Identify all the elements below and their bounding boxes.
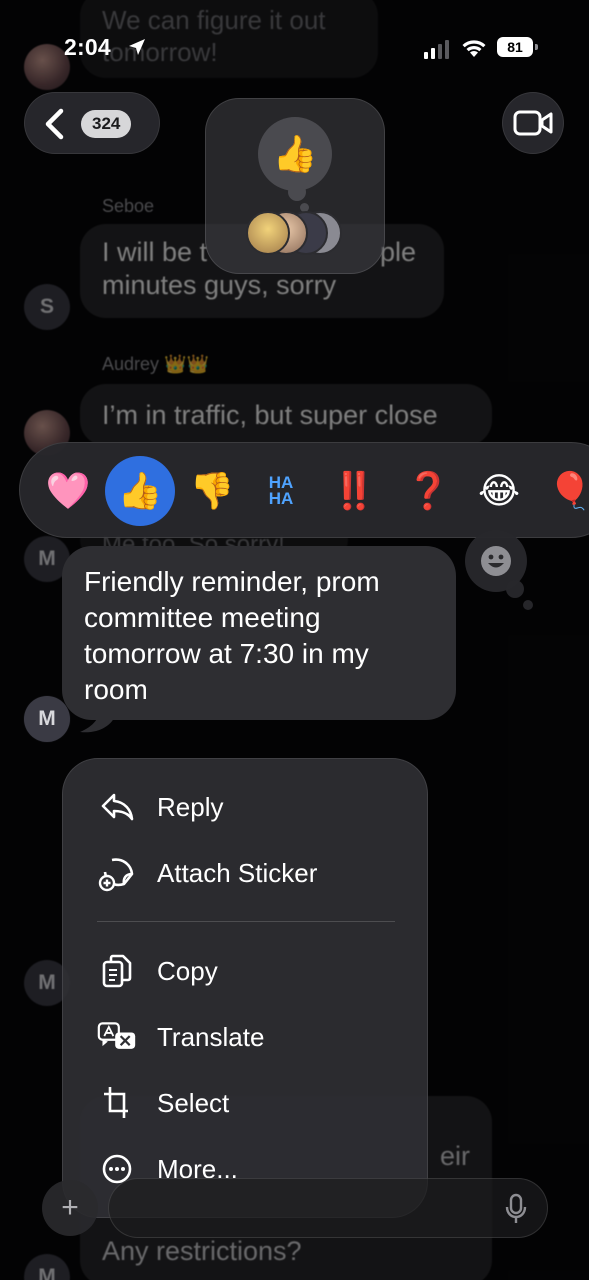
emoji-picker-tail [523,600,533,610]
crop-select-icon [97,1083,137,1123]
reactor-avatars [246,211,346,257]
question-tapback-icon[interactable]: ❓ [404,467,452,515]
heart-tapback-icon[interactable]: 🩷 [44,467,92,515]
thumbs-up-reaction-icon: 👍 [258,117,332,191]
status-time: 2:04 [64,34,111,60]
bubble-tail [80,704,116,733]
reply-label: Reply [157,791,224,822]
unread-count-badge: 324 [81,110,132,138]
thumbs-down-tapback-icon[interactable]: 👎 [188,467,236,515]
chevron-left-icon [45,108,64,140]
laugh-tapback-icon[interactable]: 😂 [475,467,523,515]
reply-icon [97,787,137,827]
microphone-icon[interactable] [505,1193,527,1225]
attach-sticker-menu-item[interactable]: Attach Sticker [63,845,429,901]
reaction-tail [288,183,306,201]
copy-label: Copy [157,955,218,986]
exclamation-tapback-icon[interactable]: ‼️ [330,467,378,515]
location-arrow-icon [129,39,145,55]
reaction-summary-card[interactable]: 👍 [205,98,385,274]
thumbs-up-tapback-icon[interactable]: 👍 [116,467,164,515]
focused-message-bubble: Friendly reminder, prom committee meetin… [62,546,456,720]
translate-icon [97,1017,137,1057]
video-camera-icon [513,110,553,136]
avatar [246,211,290,255]
smiley-icon [481,546,511,576]
haha-tapback-icon[interactable]: HA HA [257,467,305,515]
copy-icon [97,951,137,991]
message-input[interactable] [108,1178,548,1238]
add-attachment-button[interactable]: + [42,1180,98,1236]
attach-sticker-label: Attach Sticker [157,857,318,888]
menu-divider [97,921,395,922]
back-button[interactable]: 324 [24,92,160,154]
select-menu-item[interactable]: Select [63,1075,429,1131]
reply-menu-item[interactable]: Reply [63,779,429,835]
battery-indicator: 81 [497,37,538,57]
balloon-tapback-icon[interactable]: 🎈 [546,467,589,515]
sticker-icon [97,853,137,893]
messages-screen: We can figure it out tomorrow! Seboe I w… [0,0,589,1280]
cellular-signal-icon [424,40,449,59]
translate-label: Translate [157,1021,265,1052]
sender-avatar: M [24,696,70,742]
tapback-bar: 🩷 👍 👎 HA HA ‼️ ❓ 😂 🎈 [19,442,589,538]
select-label: Select [157,1087,230,1118]
emoji-picker-tail [506,580,524,598]
translate-menu-item[interactable]: Translate [63,1009,429,1065]
video-call-button[interactable] [502,92,564,154]
copy-menu-item[interactable]: Copy [63,943,429,999]
message-context-menu: Reply Attach Sticker Copy Translate Sele… [62,758,428,1218]
status-bar: 2:04 81 [0,30,589,66]
wifi-icon [462,40,486,57]
